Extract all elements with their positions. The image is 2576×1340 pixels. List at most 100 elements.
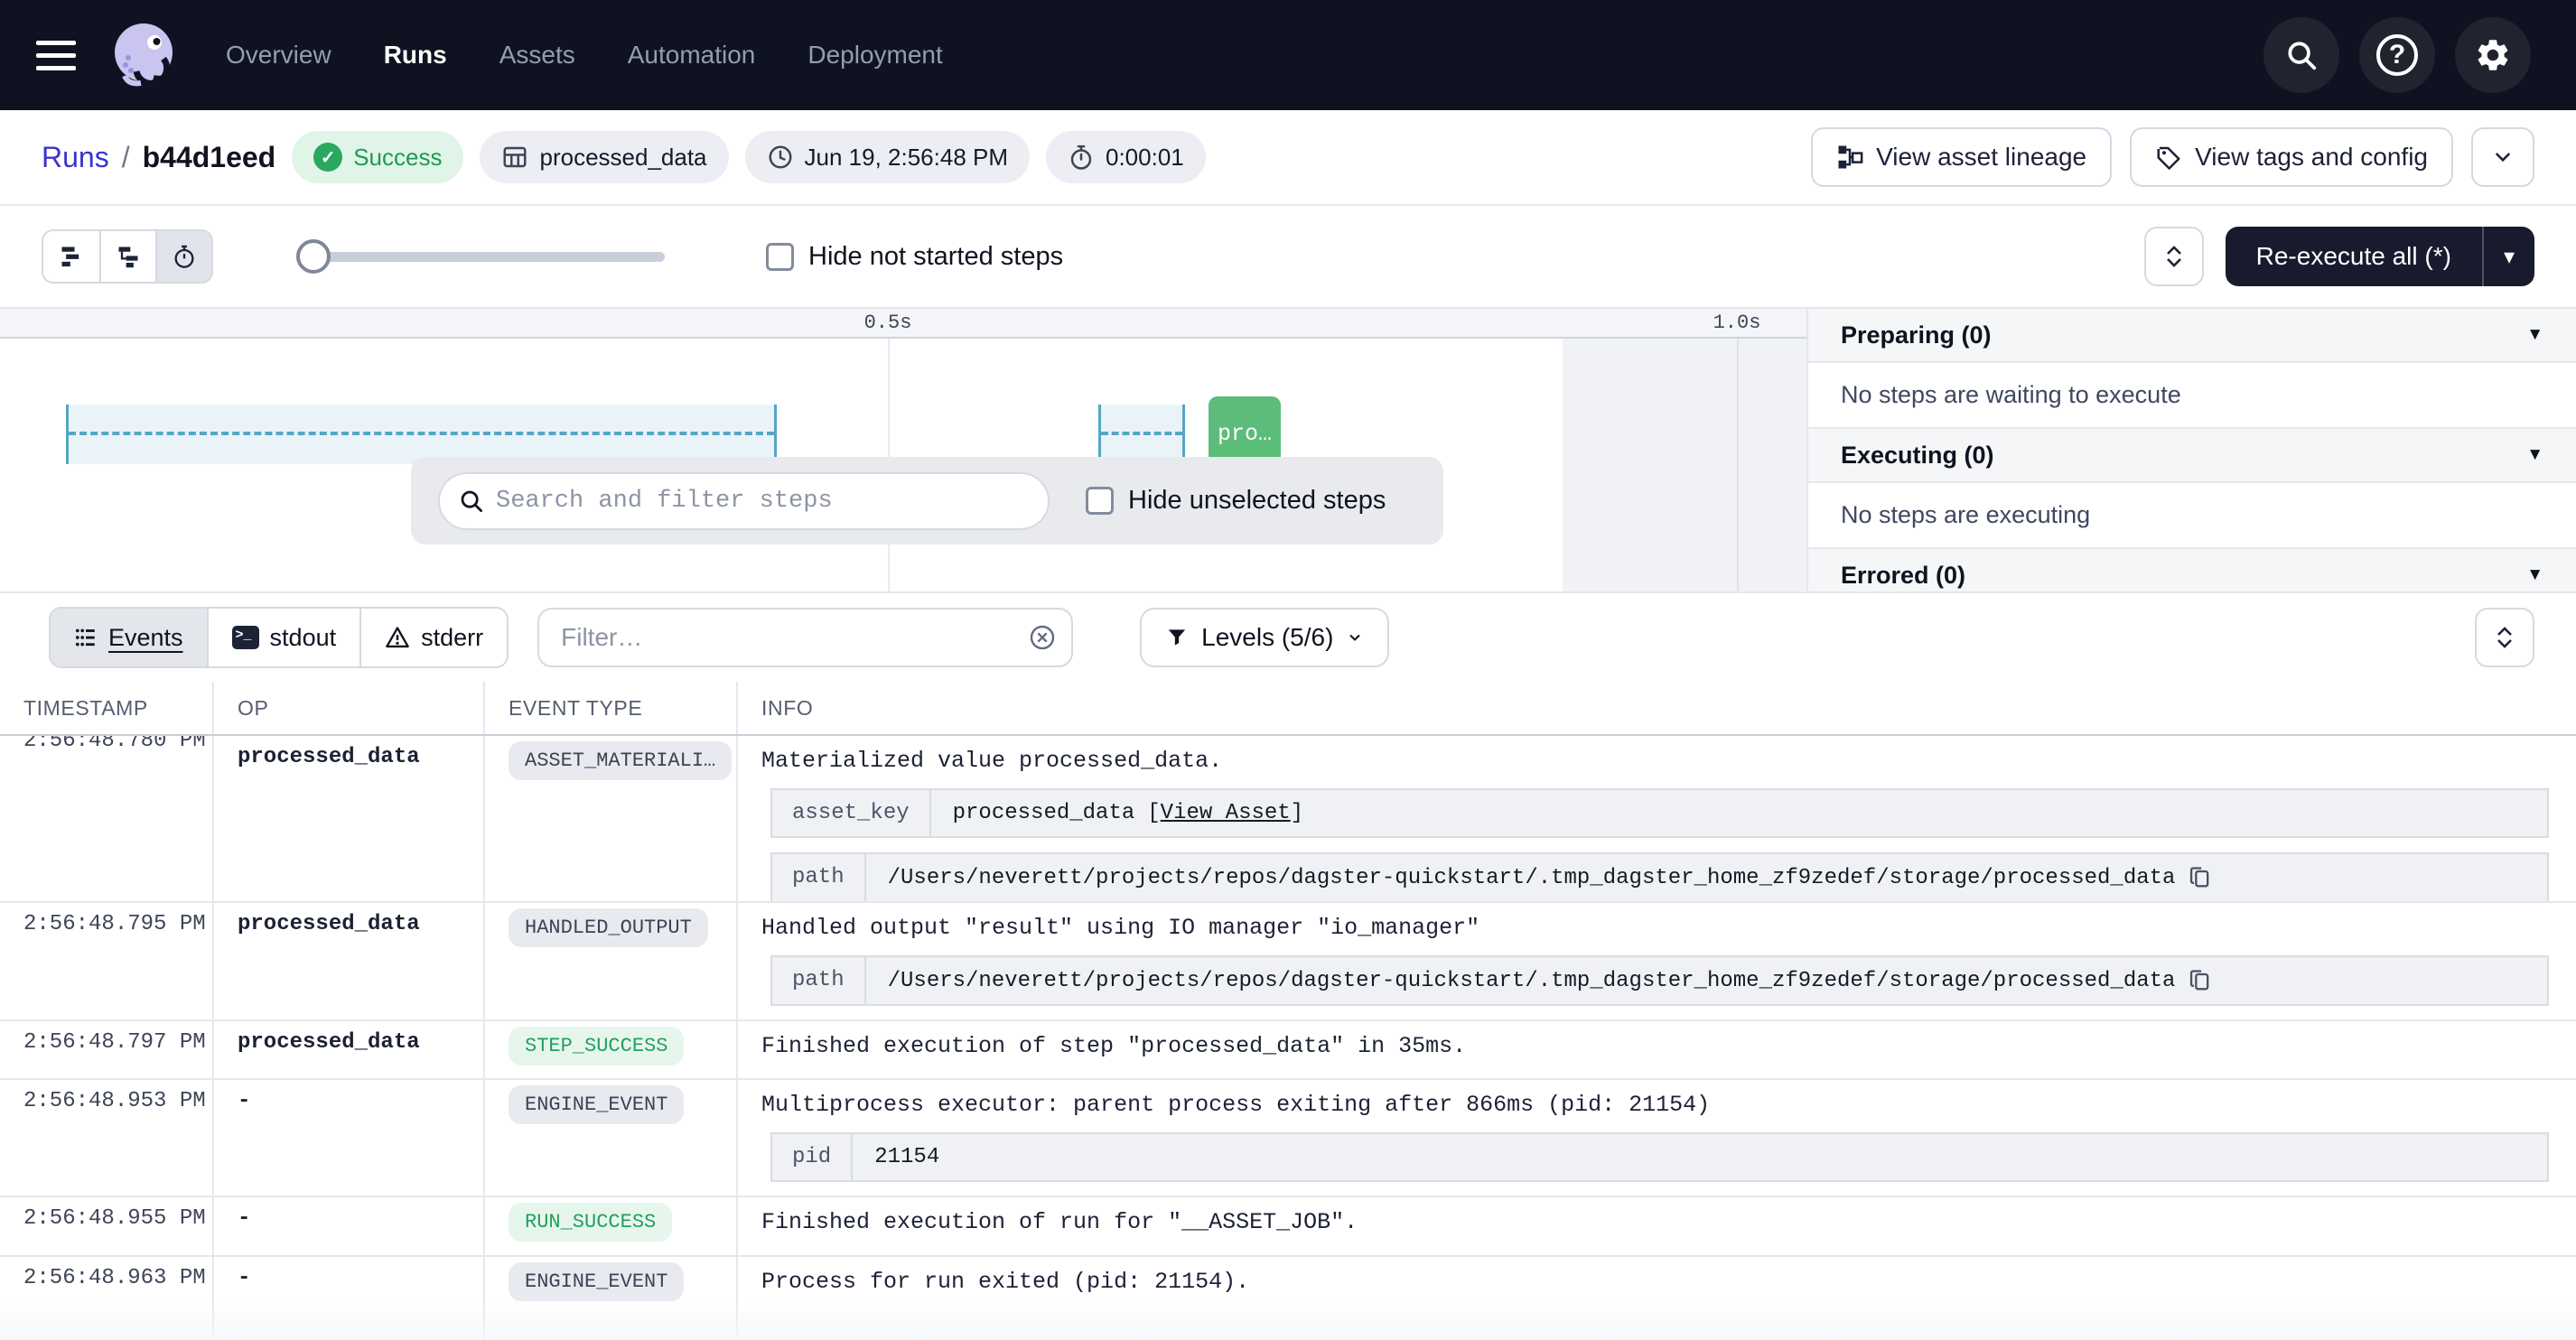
- view-asset-lineage-button[interactable]: View asset lineage: [1811, 127, 2112, 187]
- view-asset-link[interactable]: [View Asset]: [1147, 801, 1303, 825]
- nav-link-overview[interactable]: Overview: [226, 41, 331, 70]
- section-executing[interactable]: Executing (0) ▼: [1808, 429, 2576, 483]
- run-actions-dropdown-button[interactable]: [2471, 127, 2534, 187]
- col-info: INFO: [738, 682, 2576, 734]
- section-errored[interactable]: Errored (0) ▼: [1808, 549, 2576, 591]
- zoom-slider-track[interactable]: [296, 252, 665, 262]
- gantt-section: 0.5s 1.0s pro… Hide unselected steps: [0, 307, 2576, 591]
- log-toolbar: Events stdout stderr Levels (5/6): [0, 591, 2576, 682]
- chevron-down-icon: [2163, 257, 2185, 269]
- hide-unselected-checkbox-row[interactable]: Hide unselected steps: [1086, 486, 1386, 516]
- metadata-row-pid: pid 21154: [770, 1132, 2549, 1182]
- chevron-down-icon: [2494, 638, 2515, 650]
- table-row[interactable]: 2:56:48.780 PM processed_data ASSET_MATE…: [0, 736, 2576, 903]
- expand-logs-button[interactable]: [2475, 608, 2534, 667]
- terminal-icon: [232, 626, 259, 649]
- chevron-up-icon: [2163, 244, 2185, 256]
- duration-tag: 0:00:01: [1046, 131, 1206, 183]
- chevron-down-icon: [2491, 145, 2515, 169]
- gantt-bar-waiting-1[interactable]: [66, 405, 777, 464]
- tab-stderr[interactable]: stderr: [359, 609, 507, 666]
- step-status-panel: Preparing (0) ▼ No steps are waiting to …: [1806, 309, 2576, 591]
- gantt-bar-waiting-2[interactable]: [1098, 405, 1185, 464]
- table-grid-icon: [501, 144, 528, 171]
- nav-link-runs[interactable]: Runs: [384, 41, 447, 70]
- nav-link-assets[interactable]: Assets: [499, 41, 575, 70]
- search-icon: [458, 488, 485, 515]
- view-mode-waterfall-button[interactable]: [99, 231, 155, 282]
- hide-unselected-checkbox[interactable]: [1086, 487, 1114, 515]
- log-filter-input[interactable]: [537, 608, 1073, 667]
- nav-link-automation[interactable]: Automation: [628, 41, 756, 70]
- hide-not-started-checkbox-row[interactable]: Hide not started steps: [766, 242, 1063, 272]
- stopwatch-icon: [1068, 144, 1095, 171]
- section-preparing[interactable]: Preparing (0) ▼: [1808, 309, 2576, 363]
- dagster-logo: [107, 18, 181, 92]
- collapse-triangle-icon: ▼: [2526, 565, 2543, 585]
- metadata-row-asset-key: asset_key processed_data [View Asset]: [770, 788, 2549, 838]
- lineage-icon: [1836, 144, 1863, 171]
- search-icon[interactable]: [2263, 17, 2339, 93]
- axis-tick-05s: 0.5s: [864, 312, 912, 334]
- gantt-chart: 0.5s 1.0s pro… Hide unselected steps: [0, 309, 1806, 591]
- levels-dropdown[interactable]: Levels (5/6): [1140, 608, 1389, 667]
- main-nav: Overview Runs Assets Automation Deployme…: [226, 41, 943, 70]
- clear-filter-icon[interactable]: [1028, 623, 1057, 652]
- event-type-badge: ASSET_MATERIALI…: [509, 741, 732, 780]
- path-link[interactable]: /Users/neverett/projects/repos/dagster-q…: [888, 969, 2176, 993]
- zoom-slider-handle[interactable]: [296, 239, 331, 274]
- table-header-row: TIMESTAMP OP EVENT TYPE INFO: [0, 682, 2576, 736]
- top-nav: Overview Runs Assets Automation Deployme…: [0, 0, 2576, 110]
- expand-gantt-button[interactable]: [2144, 227, 2204, 286]
- gantt-search-overlay: Hide unselected steps: [411, 457, 1443, 544]
- table-row[interactable]: 2:56:48.953 PM - ENGINE_EVENT Multiproce…: [0, 1080, 2576, 1197]
- table-row[interactable]: 2:56:48.963 PM - ENGINE_EVENT Process fo…: [0, 1257, 2576, 1340]
- status-badge: ✓ Success: [292, 131, 463, 183]
- table-row[interactable]: 2:56:48.955 PM - RUN_SUCCESS Finished ex…: [0, 1197, 2576, 1257]
- copy-icon[interactable]: [2188, 865, 2213, 890]
- preparing-empty-message: No steps are waiting to execute: [1808, 363, 2576, 429]
- reexecute-split-button: Re-execute all (*) ▾: [2226, 227, 2534, 286]
- chevron-down-icon: [1346, 628, 1364, 647]
- run-header: Runs / b44d1eed ✓ Success processed_data…: [0, 110, 2576, 206]
- path-link[interactable]: /Users/neverett/projects/repos/dagster-q…: [888, 866, 2176, 890]
- reexecute-all-button[interactable]: Re-execute all (*): [2226, 227, 2482, 286]
- table-row[interactable]: 2:56:48.797 PM processed_data STEP_SUCCE…: [0, 1021, 2576, 1080]
- tab-stdout[interactable]: stdout: [207, 609, 360, 666]
- tab-events[interactable]: Events: [51, 609, 207, 666]
- gridline-10s: [1737, 339, 1739, 591]
- gantt-time-axis: 0.5s 1.0s: [0, 309, 1806, 339]
- chevron-up-icon: [2494, 625, 2515, 637]
- col-timestamp: TIMESTAMP: [0, 682, 214, 734]
- collapse-triangle-icon: ▼: [2526, 445, 2543, 465]
- gantt-overflow-zone: [1563, 339, 1806, 591]
- copy-icon[interactable]: [2188, 968, 2213, 993]
- zoom-slider[interactable]: [296, 239, 665, 274]
- log-tabs: Events stdout stderr: [49, 607, 509, 668]
- view-tags-config-button[interactable]: View tags and config: [2130, 127, 2453, 187]
- start-time-tag: Jun 19, 2:56:48 PM: [745, 131, 1030, 183]
- metadata-row-path: path /Users/neverett/projects/repos/dags…: [770, 852, 2549, 901]
- event-type-badge: ENGINE_EVENT: [509, 1085, 684, 1124]
- hide-not-started-checkbox[interactable]: [766, 243, 794, 271]
- gantt-toolbar: Hide not started steps Re-execute all (*…: [0, 206, 2576, 307]
- breadcrumb-runs-link[interactable]: Runs: [42, 141, 109, 174]
- event-type-badge: STEP_SUCCESS: [509, 1027, 684, 1065]
- event-type-badge: ENGINE_EVENT: [509, 1262, 684, 1301]
- gantt-view-mode-segmented: [42, 229, 213, 284]
- executing-empty-message: No steps are executing: [1808, 483, 2576, 549]
- nav-link-deployment[interactable]: Deployment: [807, 41, 942, 70]
- view-mode-timed-button[interactable]: [155, 231, 211, 282]
- menu-icon[interactable]: [36, 41, 76, 70]
- table-row[interactable]: 2:56:48.795 PM processed_data HANDLED_OU…: [0, 903, 2576, 1021]
- event-type-badge: RUN_SUCCESS: [509, 1203, 672, 1242]
- event-type-badge: HANDLED_OUTPUT: [509, 908, 708, 947]
- step-search-input[interactable]: [438, 472, 1050, 530]
- metadata-row-path: path /Users/neverett/projects/repos/dags…: [770, 955, 2549, 1006]
- asset-tag[interactable]: processed_data: [480, 131, 728, 183]
- settings-gear-icon[interactable]: [2455, 17, 2531, 93]
- col-op: OP: [214, 682, 485, 734]
- reexecute-dropdown-caret[interactable]: ▾: [2482, 227, 2534, 286]
- help-icon[interactable]: ?: [2359, 17, 2435, 93]
- view-mode-flat-button[interactable]: [43, 231, 99, 282]
